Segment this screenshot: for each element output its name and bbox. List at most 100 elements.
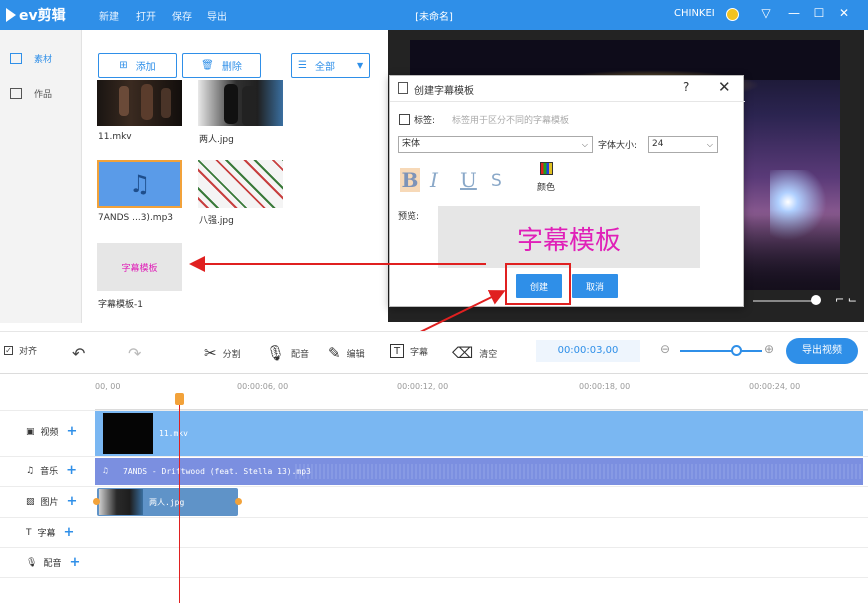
edit-toolbar: ✓ 对齐 ↶ ↷ ✂ 分割 🎙 配音 ✎ 编辑 T 字幕 ⌫ 清空 00:00:… bbox=[0, 331, 868, 369]
clip-handle-left[interactable] bbox=[93, 498, 100, 505]
preview-label: 预览: bbox=[398, 212, 420, 222]
subtitle-button[interactable]: T 字幕 bbox=[390, 344, 428, 358]
divider bbox=[0, 486, 868, 487]
clear-button[interactable]: ⌫ 清空 bbox=[452, 344, 497, 362]
video-clip-name: 11.mkv bbox=[159, 429, 188, 438]
underline-button[interactable]: U bbox=[460, 168, 477, 192]
divider bbox=[0, 517, 868, 518]
track-name: 字幕 bbox=[37, 529, 56, 539]
track-name: 视频 bbox=[40, 428, 59, 438]
coin-icon[interactable] bbox=[726, 8, 739, 21]
music-clip-name: 7ANDS - Driftwood (feat. Stella 13).mp3 bbox=[123, 467, 311, 476]
add-track-icon[interactable]: + bbox=[66, 463, 77, 478]
color-label: 颜色 bbox=[537, 183, 556, 193]
document-icon bbox=[398, 82, 408, 94]
track-label-subtitle: T 字幕 + bbox=[26, 525, 74, 540]
video-clip[interactable]: 11.mkv bbox=[95, 411, 863, 456]
minimize-icon[interactable]: — bbox=[787, 6, 801, 20]
filter-label: 全部 bbox=[314, 62, 335, 73]
checkbox-icon: ✓ bbox=[4, 346, 13, 355]
export-video-button[interactable]: 导出视频 bbox=[786, 338, 858, 364]
material-name: 字幕模板-1 bbox=[98, 300, 143, 310]
thumbnail-video[interactable] bbox=[97, 80, 182, 126]
font-size-select[interactable]: 24 ⌵ bbox=[648, 136, 718, 153]
font-size-value: 24 bbox=[652, 139, 664, 149]
chevron-down-icon: ▼ bbox=[356, 61, 364, 70]
align-toggle[interactable]: ✓ 对齐 bbox=[4, 344, 37, 357]
music-clip[interactable]: ♫ 7ANDS - Driftwood (feat. Stella 13).mp… bbox=[95, 458, 863, 485]
delete-button-label: 删除 bbox=[221, 62, 242, 73]
nav-item-materials[interactable]: 素材 bbox=[10, 52, 52, 65]
zoom-slider[interactable] bbox=[680, 350, 762, 352]
timeline: 00, 00 00:00:06, 00 00:00:12, 00 00:00:1… bbox=[0, 373, 868, 603]
cancel-button[interactable]: 取消 bbox=[572, 274, 618, 298]
image-clip[interactable]: 两人.jpg bbox=[97, 488, 238, 516]
tag-input[interactable]: 标签用于区分不同的字幕模板 bbox=[452, 113, 569, 126]
subtitle-thumb-text: 字幕模板 bbox=[121, 264, 158, 274]
split-button[interactable]: ✂ 分割 bbox=[204, 344, 241, 362]
zoom-in-icon[interactable]: ⊕ bbox=[764, 342, 774, 356]
delete-button[interactable]: 🗑 删除 bbox=[182, 53, 261, 78]
chevron-down-icon: ⌵ bbox=[581, 140, 588, 149]
divider bbox=[0, 547, 868, 548]
image-icon: ▨ bbox=[26, 496, 35, 507]
timeline-ruler[interactable]: 00, 00 00:00:06, 00 00:00:12, 00 00:00:1… bbox=[95, 374, 868, 410]
video-icon: ▣ bbox=[26, 426, 35, 437]
divider bbox=[390, 101, 745, 102]
volume-slider-handle[interactable] bbox=[811, 295, 821, 305]
track-name: 配音 bbox=[43, 559, 62, 569]
nav-item-works[interactable]: 作品 bbox=[10, 87, 52, 100]
clip-handle-right[interactable] bbox=[235, 498, 242, 505]
align-label: 对齐 bbox=[19, 347, 38, 357]
username[interactable]: CHINKEI bbox=[674, 8, 715, 19]
material-name: 7ANDS ...3).mp3 bbox=[98, 213, 174, 223]
ruler-label: 00, 00 bbox=[95, 382, 121, 391]
add-track-icon[interactable]: + bbox=[69, 555, 80, 570]
folder-icon bbox=[10, 88, 22, 99]
playhead[interactable] bbox=[179, 393, 180, 603]
timecode-display: 00:00:03,00 bbox=[536, 340, 640, 362]
bold-button[interactable]: B bbox=[400, 168, 420, 192]
thumbnail-image[interactable] bbox=[198, 80, 283, 126]
track-name: 音乐 bbox=[40, 467, 59, 477]
color-palette-icon[interactable] bbox=[540, 162, 553, 175]
help-icon[interactable]: ? bbox=[683, 80, 689, 94]
music-icon: ♫ bbox=[26, 465, 35, 476]
ruler-label: 00:00:12, 00 bbox=[397, 382, 449, 391]
mic-icon: 🎙 bbox=[26, 557, 38, 568]
title-bar: ev剪辑 新建 打开 保存 导出 [未命名] CHINKEI ▽ — ☐ ✕ bbox=[0, 0, 868, 30]
fullscreen-icon[interactable]: ⌐ ⌙ bbox=[835, 293, 857, 306]
ruler-label: 00:00:18, 00 bbox=[579, 382, 631, 391]
add-track-icon[interactable]: + bbox=[64, 525, 75, 540]
preview-text: 字幕模板 bbox=[516, 226, 621, 256]
filter-dropdown[interactable]: ☰ 全部 ▼ bbox=[291, 53, 370, 78]
zoom-slider-handle[interactable] bbox=[731, 345, 742, 356]
add-button[interactable]: ⊞ 添加 bbox=[98, 53, 177, 78]
chevron-down-icon: ⌵ bbox=[706, 140, 713, 149]
music-note-icon: ♫ bbox=[103, 466, 108, 475]
dialog-close-icon[interactable]: ✕ bbox=[718, 78, 731, 96]
thumbnail-audio[interactable]: ♫ bbox=[97, 160, 182, 208]
font-select[interactable]: 宋体 ⌵ bbox=[398, 136, 593, 153]
dropdown-menu-icon[interactable]: ▽ bbox=[759, 6, 773, 20]
thumbnail-image[interactable] bbox=[198, 160, 283, 208]
close-icon[interactable]: ✕ bbox=[837, 6, 851, 20]
material-name: 11.mkv bbox=[98, 132, 132, 142]
italic-button[interactable]: I bbox=[430, 168, 438, 192]
nav-item-label: 作品 bbox=[34, 90, 53, 100]
add-track-icon[interactable]: + bbox=[67, 494, 78, 509]
strikethrough-button[interactable]: S bbox=[491, 171, 502, 191]
thumbnail-subtitle[interactable]: 字幕模板 bbox=[97, 243, 182, 291]
edit-button[interactable]: ✎ 编辑 bbox=[328, 344, 365, 362]
left-nav: 素材 作品 bbox=[0, 30, 82, 323]
redo-icon[interactable]: ↷ bbox=[128, 344, 141, 363]
playhead-handle[interactable] bbox=[175, 393, 184, 405]
undo-icon[interactable]: ↶ bbox=[72, 344, 85, 363]
zoom-out-icon[interactable]: ⊖ bbox=[660, 342, 670, 356]
tag-checkbox[interactable] bbox=[399, 114, 410, 125]
maximize-icon[interactable]: ☐ bbox=[812, 6, 826, 20]
add-track-icon[interactable]: + bbox=[67, 424, 78, 439]
dub-button[interactable]: 🎙 配音 bbox=[266, 344, 309, 362]
divider bbox=[0, 456, 868, 457]
nav-item-label: 素材 bbox=[34, 55, 53, 65]
